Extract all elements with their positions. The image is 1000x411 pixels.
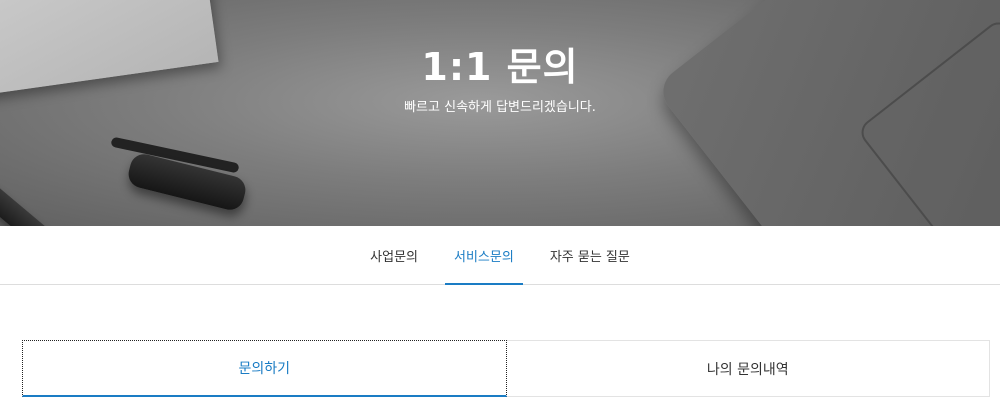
inquiry-subtabs: 문의하기 나의 문의내역 bbox=[22, 340, 990, 397]
subtab-write-inquiry[interactable]: 문의하기 bbox=[22, 340, 507, 397]
hero-banner: 1:1 문의 빠르고 신속하게 답변드리겠습니다. bbox=[0, 0, 1000, 226]
tab-service-inquiry[interactable]: 서비스문의 bbox=[445, 226, 523, 285]
page-title: 1:1 문의 bbox=[421, 45, 579, 89]
tab-business-inquiry[interactable]: 사업문의 bbox=[361, 226, 427, 284]
page-subtitle: 빠르고 신속하게 답변드리겠습니다. bbox=[404, 100, 596, 115]
inquiry-tabs: 사업문의 서비스문의 자주 묻는 질문 bbox=[0, 226, 1000, 285]
pen-image bbox=[0, 177, 87, 226]
subtab-my-inquiries[interactable]: 나의 문의내역 bbox=[506, 340, 990, 397]
tab-faq[interactable]: 자주 묻는 질문 bbox=[541, 226, 639, 284]
